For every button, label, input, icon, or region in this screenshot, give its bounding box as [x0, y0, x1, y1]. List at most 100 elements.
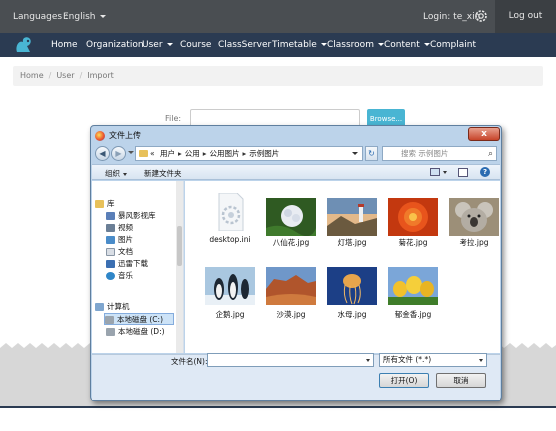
breadcrumb-separator: /: [79, 71, 83, 80]
tulips-thumbnail[interactable]: [388, 267, 438, 305]
sidebar-computer[interactable]: 计算机: [95, 301, 130, 313]
address-part-sample-pictures[interactable]: 示例图片: [249, 149, 279, 158]
chevron-down-icon: [166, 43, 173, 46]
history-dropdown-icon[interactable]: [128, 151, 134, 154]
view-options-icon[interactable]: [430, 168, 440, 176]
chevron-down-icon: [423, 43, 430, 46]
back-arrow-icon[interactable]: ◀: [95, 146, 110, 161]
settings-file-icon[interactable]: [205, 193, 255, 231]
file-upload-dialog: 文件上传 x ◀ ▶ « 用户 ▸ 公用 ▸ 公用图片 ▸ 示例图片 ↻ 搜索 示例图片 ⌕…: [90, 125, 502, 401]
breadcrumb-import: Import: [87, 71, 114, 80]
file-name[interactable]: desktop.ini: [199, 235, 261, 244]
chevron-right-icon[interactable]: ▸: [178, 149, 182, 158]
nav-classroom-label: Classroom: [327, 40, 374, 50]
nav-organization[interactable]: Organization: [86, 40, 144, 50]
jellyfish-thumbnail[interactable]: [327, 267, 377, 305]
sidebar-item-pictures[interactable]: 图片: [106, 234, 133, 246]
nav-course[interactable]: Course: [180, 40, 211, 50]
file-name[interactable]: 灯塔.jpg: [321, 237, 383, 248]
file-name[interactable]: 菊花.jpg: [382, 237, 444, 248]
filename-input[interactable]: [207, 353, 374, 367]
chevron-right-icon[interactable]: ▸: [203, 149, 207, 158]
squirrel-logo-icon[interactable]: [13, 34, 35, 56]
chevron-down-icon: [320, 43, 327, 46]
gear-icon[interactable]: [473, 8, 489, 24]
breadcrumb: Home / User / Import: [13, 66, 543, 86]
chevron-down-icon[interactable]: [479, 359, 483, 362]
file-name[interactable]: 企鹅.jpg: [199, 309, 261, 320]
lighthouse-thumbnail[interactable]: [327, 198, 377, 236]
nav-complaint[interactable]: Complaint: [430, 40, 476, 50]
sidebar-item-drive-d[interactable]: 本地磁盘 (D:): [106, 326, 165, 338]
nav-timetable[interactable]: Timetable: [272, 40, 327, 50]
chevron-down-icon[interactable]: [366, 359, 370, 362]
help-icon[interactable]: ?: [480, 167, 490, 177]
breadcrumb-user[interactable]: User: [56, 71, 74, 80]
nav-classroom[interactable]: Classroom: [327, 40, 384, 50]
drive-icon: [106, 328, 115, 336]
language-dropdown[interactable]: English: [63, 12, 106, 22]
drive-icon: [105, 316, 114, 324]
sidebar-item-drive-c[interactable]: 本地磁盘 (C:): [104, 313, 174, 325]
chevron-down-icon[interactable]: [352, 152, 358, 155]
nav-classserver[interactable]: ClassServer: [218, 40, 271, 50]
library-icon: [95, 200, 104, 208]
nav-user[interactable]: User: [142, 40, 173, 50]
address-part-public[interactable]: 公用: [185, 149, 200, 158]
address-bar[interactable]: « 用户 ▸ 公用 ▸ 公用图片 ▸ 示例图片: [135, 146, 363, 161]
filetype-select[interactable]: 所有文件 (*.*): [379, 353, 487, 367]
search-icon[interactable]: ⌕: [488, 148, 493, 161]
nav-content[interactable]: Content: [384, 40, 430, 50]
sidebar-item-label: 图片: [118, 235, 133, 244]
chevron-down-icon: [123, 172, 127, 176]
chevron-right-icon[interactable]: ▸: [243, 149, 247, 158]
address-part-users[interactable]: 用户: [160, 149, 175, 158]
folder-icon: [139, 150, 148, 157]
koala-thumbnail[interactable]: [449, 198, 499, 236]
sidebar-item-thunder-downloads[interactable]: 迅雷下载: [106, 258, 148, 270]
breadcrumb-home[interactable]: Home: [20, 71, 44, 80]
file-name[interactable]: 沙漠.jpg: [260, 309, 322, 320]
sidebar-item-storm-video[interactable]: 暴风影视库: [106, 210, 156, 222]
penguins-thumbnail[interactable]: [205, 267, 255, 305]
main-nav: Home Organization User Course ClassServe…: [0, 33, 556, 57]
sidebar-scrollbar[interactable]: [176, 181, 183, 353]
browser-icon: [95, 131, 105, 141]
file-name[interactable]: 考拉.jpg: [443, 237, 505, 248]
logout-button[interactable]: Log out: [495, 0, 556, 33]
hydrangea-thumbnail[interactable]: [266, 198, 316, 236]
chevron-down-icon: [99, 15, 106, 18]
sidebar-item-label: 本地磁盘 (D:): [118, 327, 165, 336]
downloads-icon: [106, 260, 115, 268]
sidebar-item-label: 音乐: [118, 271, 133, 280]
filename-label: 文件名(N):: [171, 357, 208, 366]
breadcrumb-separator: /: [48, 71, 52, 80]
pictures-icon: [106, 236, 115, 244]
sidebar-item-videos[interactable]: 视频: [106, 222, 133, 234]
sidebar-scrollbar-thumb[interactable]: [177, 226, 182, 266]
desert-thumbnail[interactable]: [266, 267, 316, 305]
dialog-toolbar: 组织 新建文件夹 ?: [92, 164, 500, 180]
sidebar-item-music[interactable]: 音乐: [106, 270, 133, 282]
nav-home[interactable]: Home: [51, 40, 78, 50]
chrysanthemum-thumbnail[interactable]: [388, 198, 438, 236]
file-name[interactable]: 郁金香.jpg: [382, 309, 444, 320]
search-input[interactable]: 搜索 示例图片 ⌕: [382, 146, 497, 161]
file-name[interactable]: 水母.jpg: [321, 309, 383, 320]
open-button[interactable]: 打开(O): [379, 373, 429, 388]
sidebar-library[interactable]: 库: [95, 198, 115, 210]
forward-arrow-icon[interactable]: ▶: [111, 146, 126, 161]
refresh-icon[interactable]: ↻: [365, 146, 378, 161]
organize-menu[interactable]: 组织: [105, 168, 127, 179]
sidebar-item-label: 迅雷下载: [118, 259, 148, 268]
sidebar-item-documents[interactable]: 文档: [106, 246, 133, 258]
address-part-public-pictures[interactable]: 公用图片: [210, 149, 240, 158]
preview-pane-icon[interactable]: [458, 168, 468, 177]
cancel-button[interactable]: 取消: [436, 373, 486, 388]
chevron-down-icon[interactable]: [443, 171, 447, 174]
new-folder-button[interactable]: 新建文件夹: [144, 168, 182, 179]
close-button[interactable]: x: [468, 127, 500, 141]
footer-divider: [0, 406, 556, 408]
file-name[interactable]: 八仙花.jpg: [260, 237, 322, 248]
address-overflow[interactable]: «: [150, 149, 155, 158]
